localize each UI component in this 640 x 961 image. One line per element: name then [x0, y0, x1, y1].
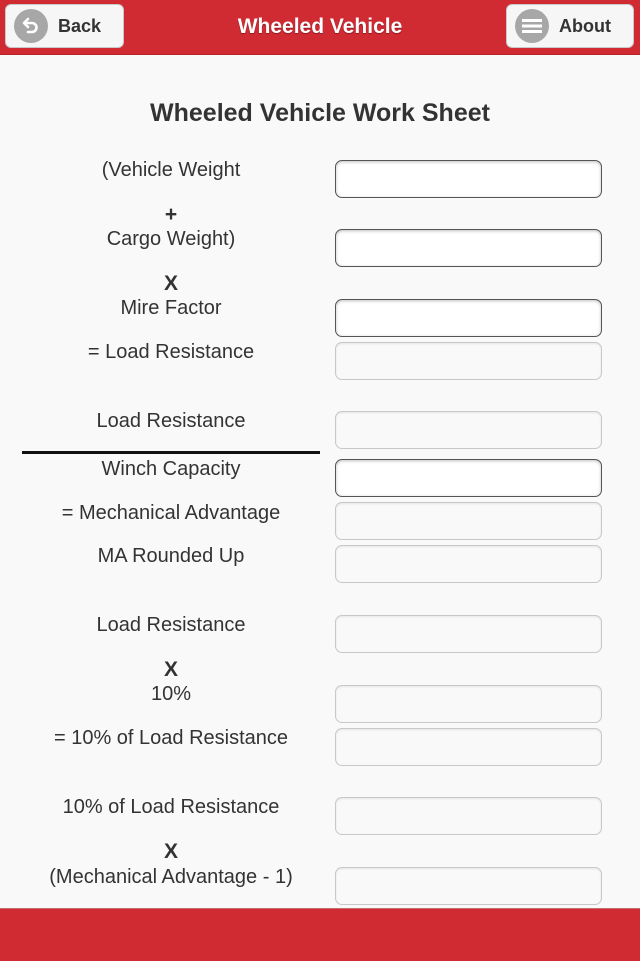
- multiply-operator: X: [163, 272, 178, 295]
- label-ten-percent-load-resistance: 10% of Load Resistance: [62, 796, 280, 818]
- label-ten-percent: 10%: [150, 683, 192, 705]
- ma-rounded-up-output: [335, 545, 602, 583]
- cargo-weight-input[interactable]: [335, 229, 602, 267]
- ten-percent-result-output: [335, 728, 602, 766]
- back-label: Back: [58, 15, 102, 36]
- page-title: Wheeled Vehicle Work Sheet: [150, 99, 490, 127]
- vehicle-weight-input[interactable]: [335, 160, 602, 198]
- mechanical-advantage-output: [335, 502, 602, 540]
- header-bar: Wheeled Vehicle Back About: [0, 0, 640, 55]
- back-arrow-icon: [14, 9, 48, 43]
- about-label: About: [559, 15, 611, 36]
- label-vehicle-weight: (Vehicle Weight: [101, 159, 241, 181]
- label-mire-factor: Mire Factor: [120, 297, 222, 319]
- multiply-operator-3: X: [163, 840, 178, 863]
- winch-capacity-input[interactable]: [335, 459, 602, 497]
- menu-icon: [515, 9, 549, 43]
- load-resistance-output: [335, 342, 602, 380]
- mire-factor-input[interactable]: [335, 299, 602, 337]
- label-load-resistance-2: Load Resistance: [96, 614, 246, 636]
- ma-minus-one-output: [335, 867, 602, 905]
- load-resistance-copy-output: [335, 411, 602, 449]
- ten-percent-lr-output: [335, 797, 602, 835]
- label-ma-rounded-up: MA Rounded Up: [97, 545, 245, 567]
- load-resistance-copy-2-output: [335, 615, 602, 653]
- label-load-resistance: Load Resistance: [96, 410, 246, 432]
- back-button[interactable]: Back: [5, 4, 124, 48]
- ten-percent-output: [335, 685, 602, 723]
- worksheet-content[interactable]: Wheeled Vehicle Work Sheet (Vehicle Weig…: [0, 55, 640, 908]
- label-winch-capacity: Winch Capacity: [101, 458, 241, 480]
- label-cargo-weight: Cargo Weight): [106, 228, 236, 250]
- multiply-operator-2: X: [163, 658, 178, 681]
- about-button[interactable]: About: [506, 4, 634, 48]
- label-ma-minus-one: (Mechanical Advantage - 1): [49, 866, 293, 888]
- label-load-resistance-result: = Load Resistance: [87, 341, 255, 363]
- footer-bar: [0, 908, 640, 961]
- fraction-divider: [22, 451, 320, 454]
- label-ten-percent-result: = 10% of Load Resistance: [53, 727, 289, 749]
- plus-operator: +: [164, 203, 178, 226]
- label-mechanical-advantage-result: = Mechanical Advantage: [61, 502, 281, 524]
